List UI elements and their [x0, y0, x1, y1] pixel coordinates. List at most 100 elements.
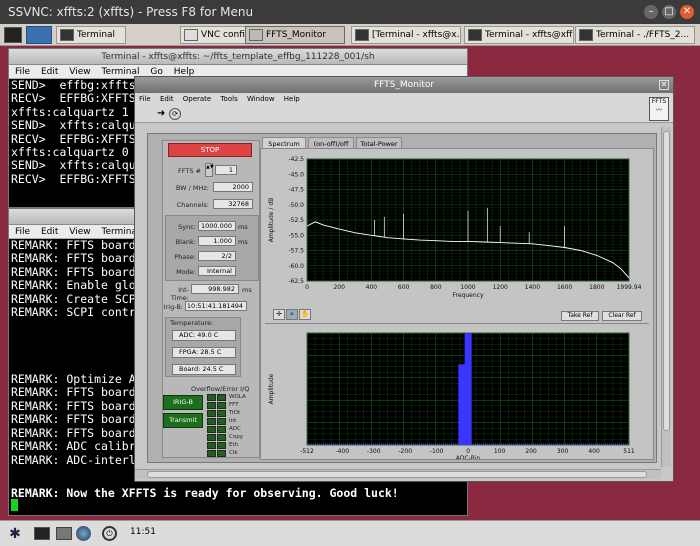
led-i: [207, 402, 216, 409]
maximize-icon[interactable]: □: [662, 5, 676, 19]
task-terminal-4[interactable]: Terminal - ./FFTS_2...: [575, 26, 695, 44]
menu-operate[interactable]: Operate: [183, 95, 211, 103]
irig-field: 10:51:41.181494: [185, 301, 247, 311]
channels-field[interactable]: 32768: [213, 199, 253, 209]
flag-label: Eth: [229, 442, 239, 448]
blank-unit: ms: [238, 238, 248, 246]
led-q: [217, 410, 226, 417]
led-q: [217, 402, 226, 409]
vertical-scrollbar[interactable]: [661, 127, 671, 467]
terminal-launcher-icon[interactable]: [34, 527, 50, 540]
divider: [265, 323, 649, 324]
bw-field[interactable]: 2000: [213, 182, 253, 192]
zoom-icon[interactable]: ⌕: [286, 309, 298, 320]
y-tick-label: -45.0: [288, 171, 304, 178]
show-desktop-icon[interactable]: [4, 27, 22, 43]
x-tick-label: 1600: [557, 284, 572, 291]
led-i: [207, 410, 216, 417]
adc-temp: ADC: 49.0 C: [172, 330, 236, 341]
flag-label: Int: [229, 418, 237, 424]
x-tick-label: -200: [398, 448, 412, 455]
menu-file[interactable]: File: [139, 95, 151, 103]
stop-button[interactable]: STOP: [168, 143, 252, 157]
temperature-title: Temperature:: [170, 319, 214, 327]
menu-window[interactable]: Window: [247, 95, 275, 103]
x-tick-label: 1800: [589, 284, 604, 291]
minimize-icon[interactable]: –: [644, 5, 658, 19]
transmit-button[interactable]: Transmit: [163, 413, 203, 428]
y-axis-label: Amplitude: [268, 373, 275, 404]
scrollbar-thumb-horizontal[interactable]: [147, 471, 647, 478]
timing-group: Sync: 1000.000 ms Blank: 1.000 ms Phase:…: [165, 215, 259, 281]
task-terminal-2[interactable]: [Terminal - xffts@x...: [351, 26, 461, 44]
histogram-bar: [464, 333, 472, 445]
irig-b-button[interactable]: IRIG-B: [163, 395, 203, 410]
y-tick-label: -62.5: [288, 278, 304, 285]
phase-field[interactable]: 2/2: [198, 251, 236, 261]
flag-label: Clk: [229, 450, 238, 456]
overflow-flags: WOLA FFT TrDt Int ADC Copy Eth Clk: [207, 394, 259, 458]
led-q: [217, 442, 226, 449]
run-arrow-icon[interactable]: ➜: [157, 108, 165, 119]
menu-file[interactable]: File: [15, 67, 30, 77]
take-ref-button[interactable]: Take Ref: [561, 311, 599, 321]
flag-row: TrDt: [207, 410, 259, 418]
workspace-icon[interactable]: [26, 26, 52, 44]
x-tick-label: -512: [300, 448, 314, 455]
y-tick-label: -57.5: [288, 248, 304, 255]
flag-label: Copy: [229, 434, 243, 440]
fpga-temp: FPGA: 28.5 C: [172, 347, 236, 358]
taskbar: Terminal VNC config FFTS_Monitor [Termin…: [0, 24, 700, 46]
flag-row: FFT: [207, 402, 259, 410]
blank-field[interactable]: 1.000: [198, 236, 236, 246]
menu-edit[interactable]: Edit: [41, 67, 58, 77]
menu-view[interactable]: View: [69, 227, 90, 237]
mode-field[interactable]: Internal: [198, 266, 236, 276]
menu-help[interactable]: Help: [284, 95, 300, 103]
run-continuous-icon[interactable]: ⟳: [169, 108, 181, 120]
close-icon[interactable]: ✕: [680, 5, 694, 19]
ffts-num-stepper[interactable]: ▲▼: [205, 163, 214, 177]
start-menu-icon[interactable]: ✱: [6, 525, 24, 543]
x-tick-label: 1000: [460, 284, 475, 291]
ffts-num-field[interactable]: 1: [215, 165, 237, 175]
crosshair-icon[interactable]: ✛: [273, 309, 285, 320]
x-tick-label: 1200: [493, 284, 508, 291]
flag-row: Int: [207, 418, 259, 426]
irig-label: Irig-B:: [163, 303, 183, 311]
menu-file[interactable]: File: [15, 227, 30, 237]
menu-edit[interactable]: Edit: [160, 95, 174, 103]
y-tick-label: -50.0: [288, 202, 304, 209]
x-tick-label: 1999.94: [617, 284, 642, 291]
x-tick-label: 300: [557, 448, 569, 455]
led-q: [217, 450, 226, 457]
horizontal-scrollbar[interactable]: [135, 469, 661, 479]
task-terminal[interactable]: Terminal: [56, 26, 126, 44]
led-q: [217, 418, 226, 425]
menu-tools[interactable]: Tools: [220, 95, 237, 103]
task-terminal-3[interactable]: Terminal - xffts@xff...: [464, 26, 574, 44]
flag-label: ADC: [229, 426, 241, 432]
file-manager-icon[interactable]: [56, 527, 72, 540]
flag-label: TrDt: [229, 410, 241, 416]
scrollbar-thumb[interactable]: [663, 131, 670, 431]
menu-view[interactable]: View: [69, 67, 90, 77]
led-q: [217, 426, 226, 433]
led-i: [207, 450, 216, 457]
flag-row: Clk: [207, 450, 259, 458]
led-q: [217, 394, 226, 401]
task-ffts-monitor[interactable]: FFTS_Monitor: [245, 26, 345, 44]
x-tick-label: 400: [588, 448, 600, 455]
pan-hand-icon[interactable]: ✋: [299, 309, 311, 320]
browser-icon[interactable]: [76, 526, 91, 541]
y-tick-label: -52.5: [288, 217, 304, 224]
clear-ref-button[interactable]: Clear Ref: [602, 311, 642, 321]
power-icon[interactable]: ⏻: [102, 526, 117, 541]
close-icon[interactable]: ✕: [659, 80, 669, 90]
channels-label: Channels:: [176, 201, 209, 209]
sync-field[interactable]: 1000.000: [198, 221, 236, 231]
led-i: [207, 394, 216, 401]
menu-edit[interactable]: Edit: [41, 227, 58, 237]
ffts-monitor-window[interactable]: FFTS_Monitor ✕ File Edit Operate Tools W…: [134, 76, 674, 482]
flag-row: ADC: [207, 426, 259, 434]
